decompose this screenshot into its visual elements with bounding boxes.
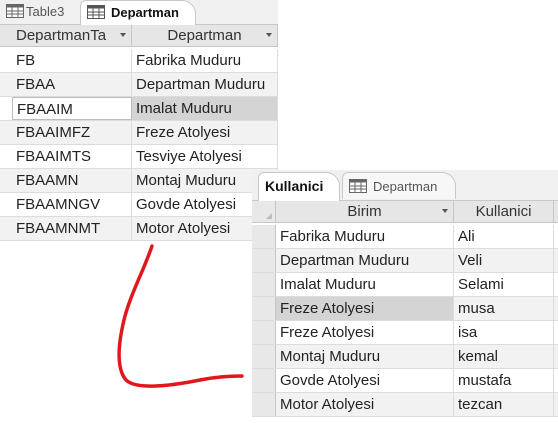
table-row[interactable]: FBAAMNGV Govde Atolyesi (0, 193, 278, 217)
cell-departman[interactable]: Departman Muduru (132, 73, 278, 96)
column-header-label: Kullanici (475, 203, 532, 220)
table-row[interactable]: FBAAMN Montaj Muduru (0, 169, 278, 193)
row-selector[interactable] (252, 393, 276, 416)
column-header-departmanta[interactable]: DepartmanTa (12, 25, 132, 46)
cell-birim[interactable]: Fabrika Muduru (276, 225, 454, 248)
row-selector[interactable] (252, 345, 276, 368)
cell-departmanta[interactable]: FBAAIMTS (12, 145, 132, 168)
table-row[interactable]: Motor Atolyesi tezcan (252, 393, 558, 417)
row-selector[interactable] (252, 273, 276, 296)
tab-departman[interactable]: Departman (80, 0, 196, 25)
column-header-label: Departman (167, 27, 242, 44)
table-row[interactable]: Freze Atolyesi isa (252, 321, 558, 345)
row-selector[interactable] (252, 321, 276, 344)
row-selector[interactable] (252, 297, 276, 320)
cell-departmanta[interactable]: FBAAIM (12, 97, 132, 120)
row-selector[interactable] (252, 249, 276, 272)
row-selector[interactable] (252, 369, 276, 392)
cell-departman[interactable]: Tesviye Atolyesi (132, 145, 278, 168)
row-selector[interactable] (252, 225, 276, 248)
column-header-row: DepartmanTa Departman (0, 25, 278, 47)
cell-kullanici[interactable]: Selami (454, 273, 554, 296)
tab-bar: Table3 Departman (0, 0, 278, 25)
table-row[interactable]: FB Fabrika Muduru (0, 49, 278, 73)
table-row[interactable]: Departman Muduru Veli (252, 249, 558, 273)
cell-birim[interactable]: Govde Atolyesi (276, 369, 454, 392)
cell-departman[interactable]: Fabrika Muduru (132, 49, 278, 72)
table-row[interactable]: FBAAIMFZ Freze Atolyesi (0, 121, 278, 145)
column-header-label: Birim (347, 203, 382, 220)
tab-bar: Kullanici Departman (252, 170, 558, 201)
cell-kullanici[interactable]: Ali (454, 225, 554, 248)
table-row[interactable]: Fabrika Muduru Ali (252, 225, 558, 249)
cell-birim[interactable]: Departman Muduru (276, 249, 454, 272)
cell-birim[interactable]: Motor Atolyesi (276, 393, 454, 416)
table-row[interactable]: Imalat Muduru Selami (252, 273, 558, 297)
red-arrow-annotation (117, 244, 244, 388)
table-row[interactable]: Montaj Muduru kemal (252, 345, 558, 369)
column-header-birim[interactable]: Birim (276, 201, 454, 222)
dropdown-arrow-icon[interactable] (120, 33, 126, 37)
tab-label: Table3 (26, 4, 65, 19)
kullanici-table-window: Kullanici Departman Birim Kullanici Fabr… (252, 170, 558, 423)
departman-table-window: Table3 Departman DepartmanTa Departman F… (0, 0, 278, 243)
cell-departmanta[interactable]: FBAAMNMT (12, 217, 132, 240)
column-header-row: Birim Kullanici (252, 201, 558, 223)
cell-departmanta[interactable]: FBAAMNGV (12, 193, 132, 216)
cell-departmanta[interactable]: FB (12, 49, 132, 72)
dropdown-arrow-icon[interactable] (442, 209, 448, 213)
table-row[interactable]: FBAA Departman Muduru (0, 73, 278, 97)
cell-kullanici[interactable]: isa (454, 321, 554, 344)
cell-kullanici[interactable]: kemal (454, 345, 554, 368)
dropdown-arrow-icon[interactable] (266, 33, 272, 37)
cell-departman[interactable]: Imalat Muduru (132, 97, 278, 120)
cell-kullanici[interactable]: mustafa (454, 369, 554, 392)
table-icon (87, 5, 105, 19)
cell-birim[interactable]: Montaj Muduru (276, 345, 454, 368)
cell-birim[interactable]: Freze Atolyesi (276, 321, 454, 344)
column-header-kullanici[interactable]: Kullanici (454, 201, 554, 222)
cell-departman[interactable]: Freze Atolyesi (132, 121, 278, 144)
tab-table3[interactable]: Table3 (0, 0, 76, 23)
table-icon (349, 179, 367, 193)
table-row[interactable]: FBAAIM Imalat Muduru (0, 97, 278, 121)
cell-kullanici[interactable]: tezcan (454, 393, 554, 416)
cell-departmanta[interactable]: FBAA (12, 73, 132, 96)
cell-departmanta[interactable]: FBAAMN (12, 169, 132, 192)
cell-kullanici[interactable]: Veli (454, 249, 554, 272)
column-header-label: DepartmanTa (16, 27, 107, 44)
table-icon (6, 4, 24, 18)
tab-label: Departman (111, 5, 179, 20)
cell-departmanta[interactable]: FBAAIMFZ (12, 121, 132, 144)
table-row[interactable]: Freze Atolyesi musa (252, 297, 558, 321)
table-row[interactable]: Govde Atolyesi mustafa (252, 369, 558, 393)
tab-departman[interactable]: Departman (342, 172, 456, 199)
select-all-corner[interactable] (252, 201, 276, 222)
column-header-departman[interactable]: Departman (132, 25, 278, 46)
table-row[interactable]: FBAAIMTS Tesviye Atolyesi (0, 145, 278, 169)
tab-kullanici[interactable]: Kullanici (258, 172, 340, 201)
tab-label: Departman (373, 179, 438, 194)
cell-birim[interactable]: Imalat Muduru (276, 273, 454, 296)
table-row[interactable]: FBAAMNMT Motor Atolyesi (0, 217, 278, 241)
cell-kullanici[interactable]: musa (454, 297, 554, 320)
tab-label: Kullanici (265, 178, 324, 194)
cell-birim[interactable]: Freze Atolyesi (276, 297, 454, 320)
